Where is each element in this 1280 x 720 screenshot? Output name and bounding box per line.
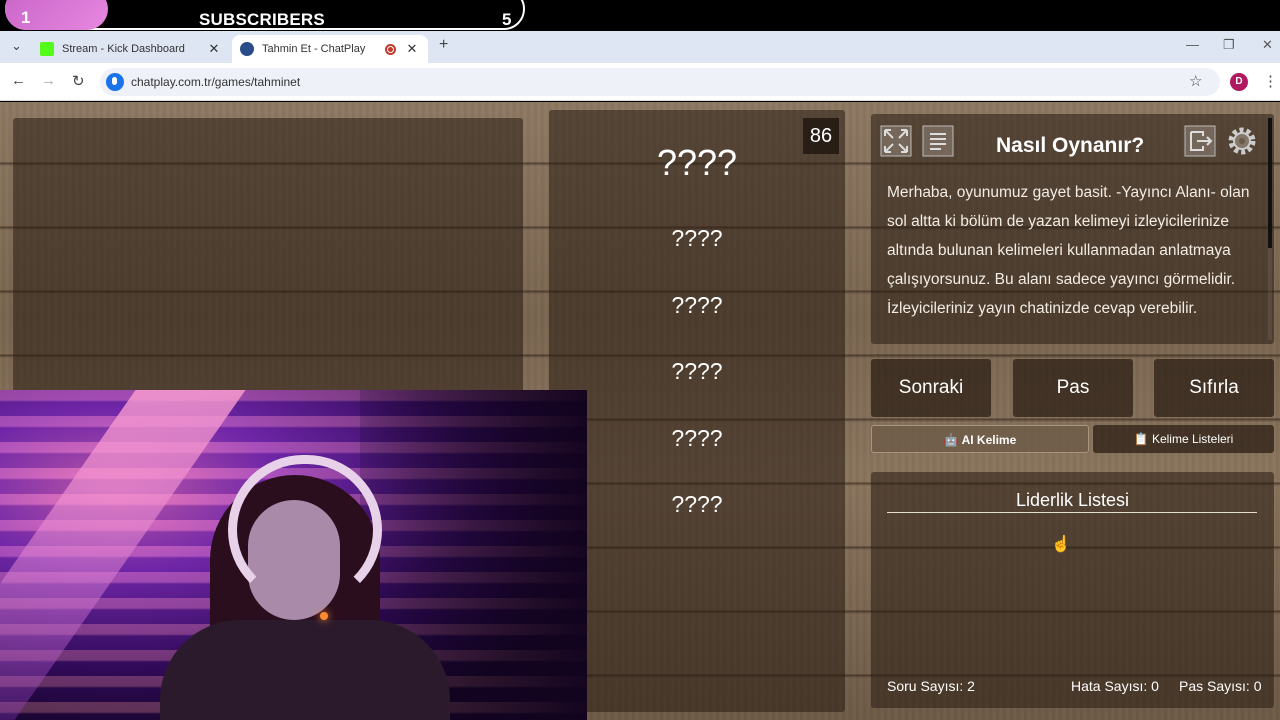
settings-gear-icon[interactable] [1225,124,1259,158]
word-lists-label: Kelime Listeleri [1151,432,1234,446]
reload-icon[interactable]: ↻ [72,72,85,90]
recording-icon [385,43,396,55]
divider [887,512,1257,513]
profile-avatar[interactable]: D [1230,73,1248,91]
close-window-icon[interactable]: ✕ [1262,37,1273,53]
leaderboard-title: Liderlik Listesi [1015,490,1130,510]
microphone-icon[interactable] [106,73,124,91]
tab-title: Tahmin Et - ChatPlay [262,43,366,55]
clipboard-icon: 📋 [1133,432,1149,446]
streamer-body [160,620,450,720]
streamer-area [13,118,523,408]
next-button[interactable]: Sonraki [871,359,991,417]
bookmark-star-icon[interactable]: ☆ [1189,72,1202,90]
browser-toolbar: ← → ↻ chatplay.com.tr/games/tahminet ☆ D… [0,63,1280,101]
word-panel: 86 ???? ???? ???? ???? ???? ???? [549,110,845,712]
questions-count: Soru Sayısı: 2 [887,678,975,694]
leaderboard-panel: Liderlik Listesi Soru Sayısı: 2 Hata Say… [871,472,1274,708]
forbidden-word: ???? [671,358,723,384]
browser-menu-icon[interactable]: ⋮ [1263,72,1278,90]
subscriber-goal-target: 5 [502,10,512,29]
hand-cursor-icon: ☝ [1051,536,1071,553]
webcam-overlay [0,390,587,720]
how-to-play-panel: Nasıl Oynanır? Merhaba, oyunumuz gayet b… [871,114,1274,344]
close-tab-icon[interactable]: ✕ [402,41,422,57]
errors-count: Hata Sayısı: 0 [1071,678,1159,694]
robot-icon: 🤖 [943,433,959,447]
how-to-play-title: Nasıl Oynanır? [996,134,1145,157]
chatplay-favicon-icon [240,42,254,56]
kick-favicon-icon [40,42,54,56]
exit-icon[interactable] [1183,124,1217,158]
subscriber-count: 1 [21,8,31,27]
tab-title: Stream - Kick Dashboard [62,43,185,55]
forbidden-word: ???? [671,491,723,517]
target-word: ???? [656,142,738,183]
subscriber-progress: 1 [5,0,108,30]
headset-icon [228,455,382,605]
pass-button[interactable]: Pas [1013,359,1133,417]
forbidden-word: ???? [671,225,723,251]
new-tab-icon[interactable]: + [439,36,448,54]
subscriber-goal-overlay: 1 SUBSCRIBERS 5 [0,0,1280,31]
address-bar[interactable]: chatplay.com.tr/games/tahminet [100,68,1220,96]
fullscreen-icon[interactable] [879,124,913,158]
browser-tab-bar: ⌄ Stream - Kick Dashboard ✕ Tahmin Et - … [0,31,1280,63]
back-icon[interactable]: ← [11,72,26,89]
close-tab-icon[interactable]: ✕ [204,41,224,57]
minimize-icon[interactable]: — [1186,37,1199,52]
how-to-play-text: Merhaba, oyunumuz gayet basit. -Yayıncı … [887,184,1250,317]
word-lists-button[interactable]: 📋 Kelime Listeleri [1093,425,1274,453]
ai-word-button[interactable]: 🤖 AI Kelime [871,425,1089,453]
tab-kick-dashboard[interactable]: Stream - Kick Dashboard ✕ [30,35,230,63]
forbidden-word: ???? [671,425,723,451]
ai-word-label: AI Kelime [961,433,1017,447]
passes-count: Pas Sayısı: 0 [1179,678,1262,694]
tab-search-icon[interactable]: ⌄ [11,38,22,54]
url-text: chatplay.com.tr/games/tahminet [131,75,301,89]
forbidden-word: ???? [671,292,723,318]
list-icon[interactable] [921,124,955,158]
forward-icon[interactable]: → [41,72,56,89]
reset-button[interactable]: Sıfırla [1154,359,1274,417]
how-to-play-scrollbar[interactable] [1268,118,1272,340]
tab-chatplay[interactable]: Tahmin Et - ChatPlay ✕ [232,35,428,63]
microphone-light [320,612,328,620]
restore-icon[interactable]: ❐ [1223,37,1235,53]
subscriber-goal-title: SUBSCRIBERS [199,10,325,29]
